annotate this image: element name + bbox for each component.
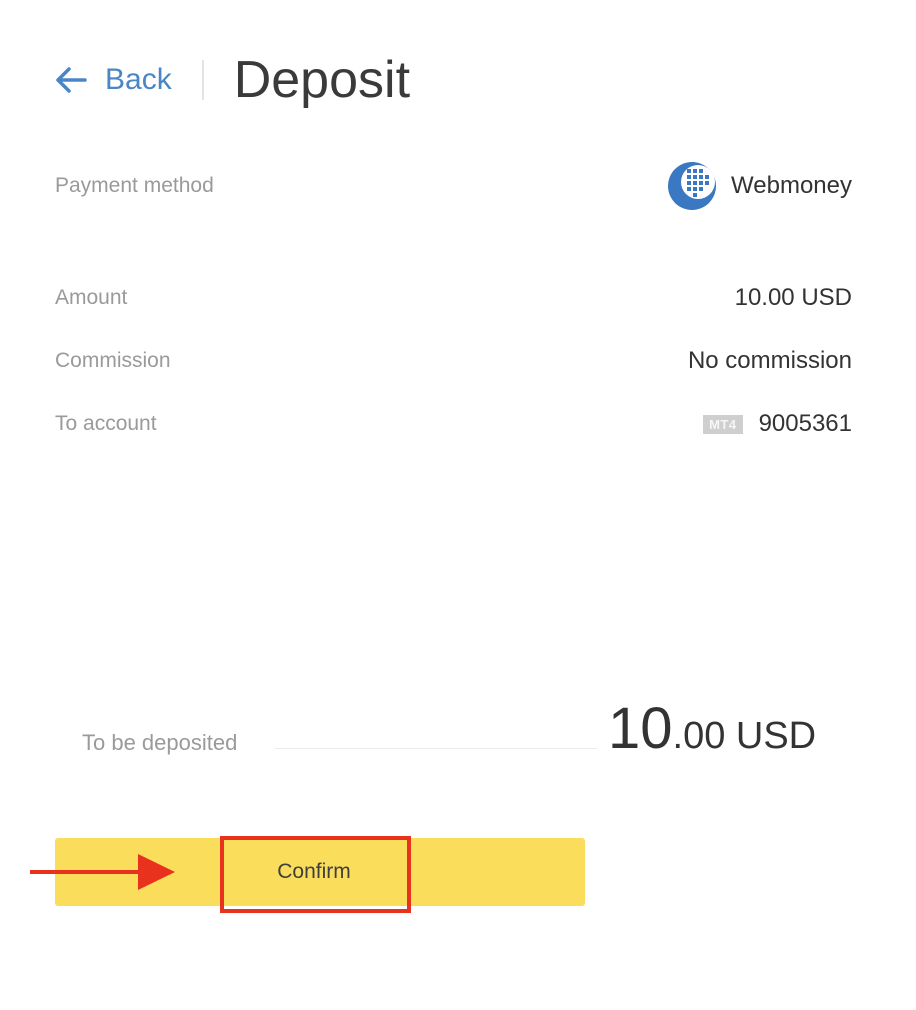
payment-method-name: Webmoney [731, 172, 852, 199]
deposit-divider-line [275, 748, 597, 749]
to-be-deposited-label: To be deposited [82, 730, 238, 755]
header: Back Deposit [55, 40, 410, 120]
to-account-value: MT4 9005361 [703, 410, 852, 438]
amount-value: 10.00 USD [734, 284, 852, 311]
header-divider [201, 60, 204, 100]
deposit-amount-integer: 10 [608, 696, 673, 761]
commission-label: Commission [55, 349, 171, 372]
amount-row: Amount 10.00 USD [55, 282, 852, 314]
webmoney-logo-icon [668, 162, 717, 210]
arrow-left-icon [56, 67, 87, 93]
deposit-amount-rest: .00 USD [672, 715, 817, 757]
confirm-button-label[interactable]: Confirm [222, 838, 406, 906]
to-account-label: To account [55, 412, 157, 435]
payment-method-label: Payment method [55, 174, 214, 197]
arrow-right-icon [30, 854, 175, 890]
page-title: Deposit [233, 51, 411, 109]
payment-method-value: Webmoney [667, 161, 852, 211]
back-label: Back [105, 63, 172, 96]
commission-value: No commission [687, 347, 852, 374]
to-account-row: To account MT4 9005361 [55, 408, 852, 440]
account-number: 9005361 [758, 410, 852, 437]
deposit-total-amount: 10.00 USD [608, 695, 816, 762]
amount-label: Amount [55, 286, 128, 309]
commission-row: Commission No commission [55, 345, 852, 377]
account-type-badge: MT4 [703, 414, 743, 434]
back-button[interactable]: Back [55, 63, 172, 97]
payment-method-row: Payment method Webmoney [55, 158, 852, 214]
